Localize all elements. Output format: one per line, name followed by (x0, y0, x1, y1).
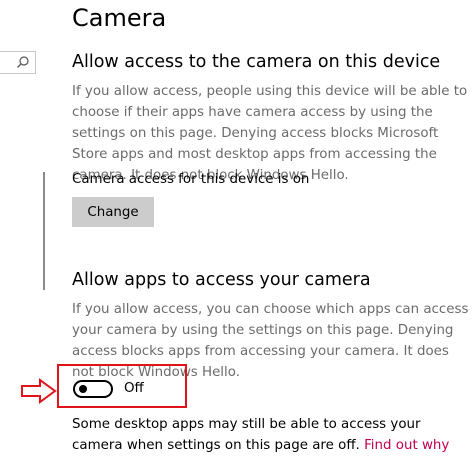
device-access-heading: Allow access to the camera on this devic… (72, 52, 441, 72)
search-icon (17, 56, 29, 68)
find-out-why-link[interactable]: Find out why (364, 438, 449, 453)
toggle-state-label: Off (124, 381, 144, 396)
change-button[interactable]: Change (72, 197, 154, 227)
camera-settings-page: Camera Allow access to the camera on thi… (0, 0, 474, 462)
right-arrow-icon (21, 378, 57, 404)
toggle-knob (79, 385, 87, 393)
apps-access-heading: Allow apps to access your camera (72, 270, 371, 290)
device-access-status: Camera access for this device is on (72, 172, 310, 187)
device-access-description: If you allow access, people using this d… (72, 84, 468, 183)
camera-apps-toggle[interactable] (73, 380, 113, 398)
desktop-apps-note: Some desktop apps may still be able to a… (72, 414, 472, 456)
search-input[interactable] (0, 51, 36, 74)
page-title: Camera (72, 4, 167, 32)
scrollbar[interactable] (43, 172, 45, 290)
